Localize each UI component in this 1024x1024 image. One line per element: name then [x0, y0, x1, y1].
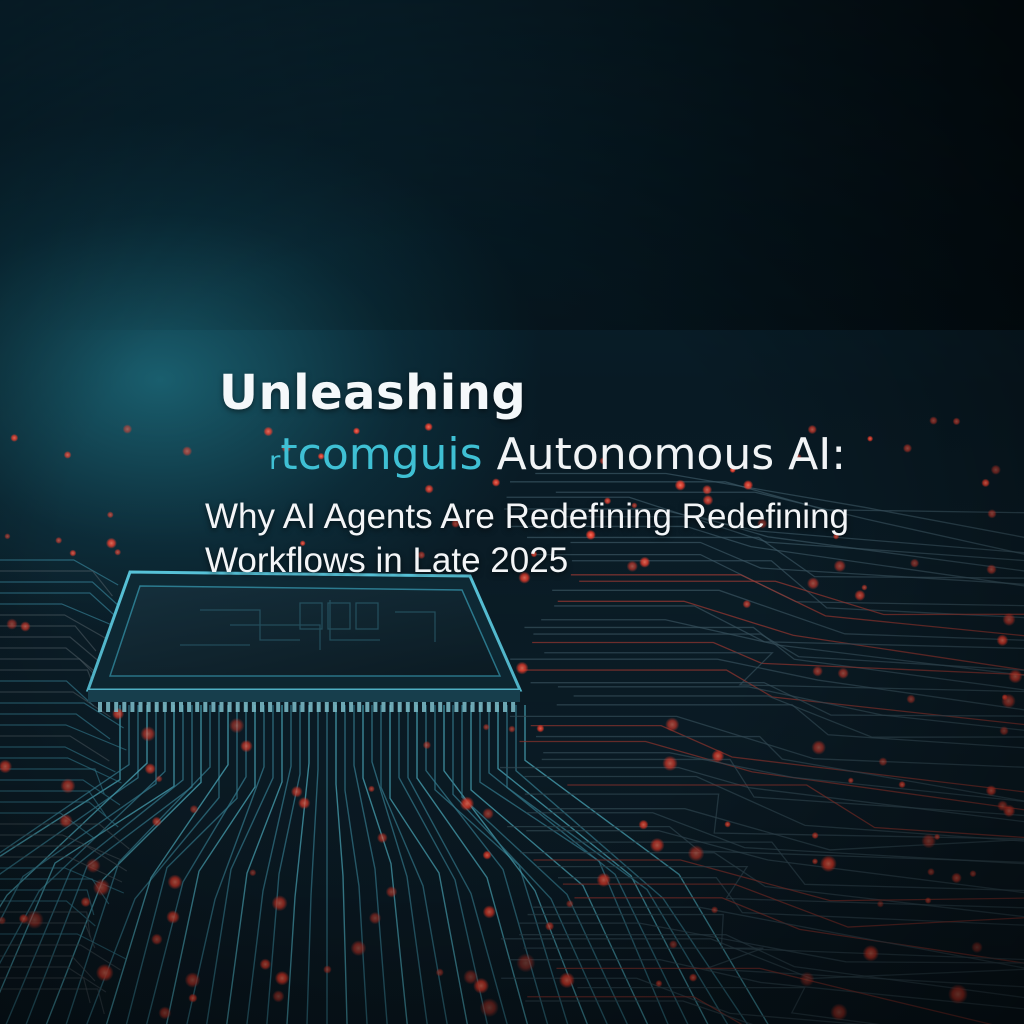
circuit-node	[182, 446, 193, 457]
headline-accent-text: ᵣtcomguis	[269, 429, 483, 480]
circuit-node	[63, 451, 72, 459]
circuit-node	[952, 417, 961, 426]
circuit-node	[424, 484, 434, 494]
circuit-node	[10, 433, 19, 442]
subtitle-line-2: Workflows in Late 2025	[205, 541, 569, 580]
circuit-node	[981, 478, 990, 488]
circuit-node	[987, 509, 997, 519]
circuit-node	[106, 511, 114, 519]
circuit-node	[867, 435, 874, 442]
circuit-node	[743, 480, 754, 491]
circuit-node	[702, 484, 713, 495]
subtitle: Why AI Agents Are Redefining Redefining …	[205, 495, 965, 583]
headline-main-text: Autonomous AI:	[496, 429, 847, 480]
circuit-node	[4, 533, 11, 540]
circuit-node	[929, 416, 938, 425]
circuit-node	[674, 479, 686, 491]
subtitle-line-1: Why AI Agents Are Redefining Redefining	[205, 497, 850, 536]
headline-line-2: ᵣtcomguis Autonomous AI:	[269, 429, 846, 480]
hero-image: Unleashing ᵣtcomguis Autonomous AI: Why …	[0, 0, 1024, 1024]
circuit-node	[902, 443, 913, 453]
circuit-node	[122, 424, 133, 434]
circuit-node	[990, 464, 1001, 475]
headline-line-1: Unleashing	[219, 365, 527, 421]
